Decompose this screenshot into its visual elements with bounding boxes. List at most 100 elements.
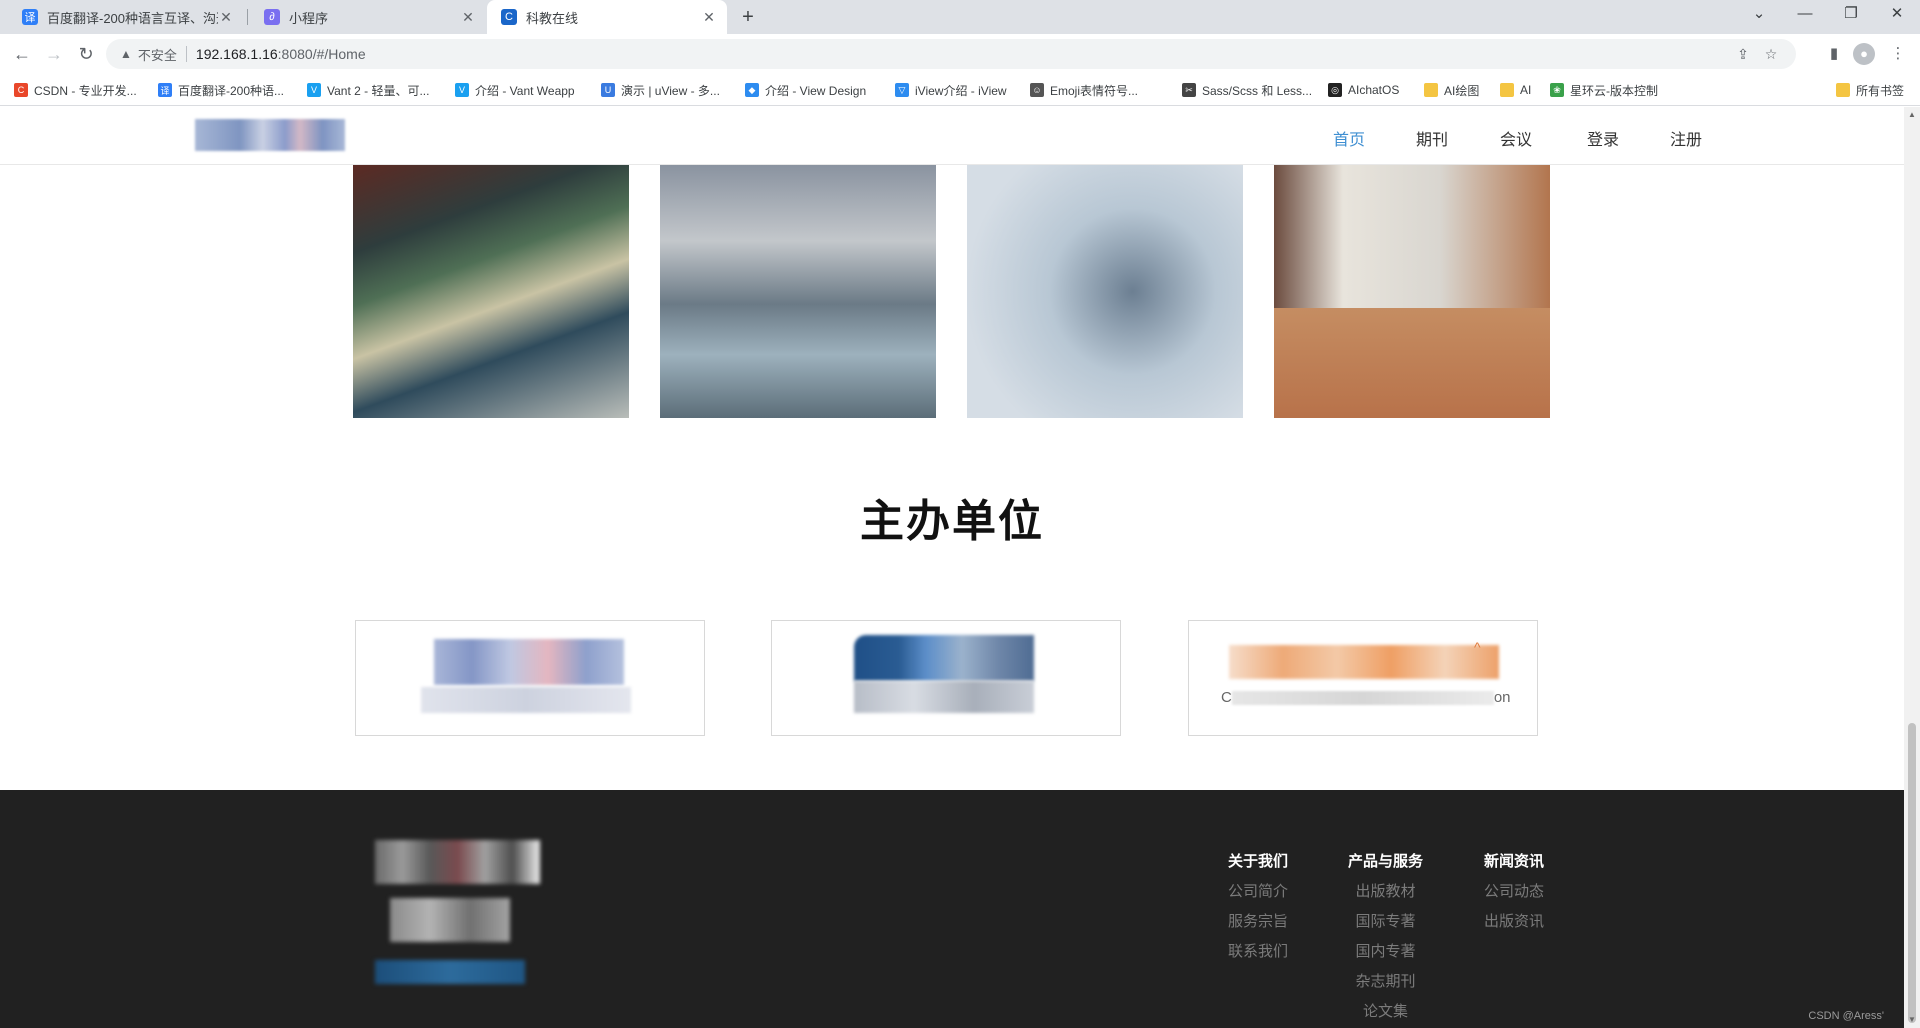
bookmark-emoji[interactable]: ☺ Emoji表情符号... (1030, 81, 1138, 99)
sponsor-caption-start: C (1221, 689, 1232, 706)
nav-conferences[interactable]: 会议 (1500, 126, 1532, 150)
bookmark-label: Vant 2 - 轻量、可... (327, 83, 430, 98)
sponsor-logo-caption (421, 687, 631, 713)
bookmark-star-icon[interactable]: ☆ (1762, 45, 1780, 63)
gallery-image-bookstall[interactable] (353, 165, 629, 418)
bookmark-uview[interactable]: U 演示 | uView - 多... (601, 81, 720, 99)
bookmark-label: 演示 | uView - 多... (621, 83, 720, 98)
share-icon[interactable]: ⇪ (1734, 45, 1752, 63)
footer-link[interactable]: 出版教材 (1348, 883, 1423, 901)
web-page: 首页 期刊 会议 登录 注册 主办单位 ^ Con 关于我们 公司简介 服务宗旨… (0, 107, 1904, 1028)
bookmark-label: 介绍 - View Design (765, 83, 867, 98)
tab-kejiao-online[interactable]: C 科教在线 ✕ (487, 0, 727, 34)
bookmark-xinghuan[interactable]: ❀ 星环云-版本控制 (1550, 81, 1658, 99)
footer-link[interactable]: 公司简介 (1228, 883, 1288, 901)
csdn-icon: C (14, 83, 28, 97)
sponsor-logo (1229, 645, 1499, 679)
reload-button[interactable]: ↻ (74, 42, 98, 66)
redacted-text (1231, 691, 1494, 706)
close-tab-icon[interactable]: ✕ (701, 9, 717, 25)
footer-contact (375, 960, 525, 984)
scroll-up-arrow-icon[interactable]: ▲ (1904, 107, 1920, 123)
footer-column-products: 产品与服务 出版教材 国际专著 国内专著 杂志期刊 论文集 (1348, 850, 1423, 1028)
bookmark-folder-ai[interactable]: AI (1500, 81, 1531, 99)
tab-miniprogram[interactable]: ∂ 小程序 ✕ (250, 0, 486, 34)
vant-icon: V (455, 83, 469, 97)
site-footer: 关于我们 公司简介 服务宗旨 联系我们 产品与服务 出版教材 国际专著 国内专著… (0, 790, 1904, 1028)
nav-login[interactable]: 登录 (1587, 126, 1619, 150)
bookmark-csdn[interactable]: C CSDN - 专业开发... (14, 81, 137, 99)
folder-icon (1500, 83, 1514, 97)
bookmark-folder-ai-drawing[interactable]: AI绘图 (1424, 81, 1479, 99)
restore-button[interactable]: ❐ (1828, 0, 1874, 30)
footer-link[interactable]: 联系我们 (1228, 943, 1288, 961)
bookmark-aichatos[interactable]: ◎ AIchatOS (1328, 81, 1399, 99)
footer-column-about: 关于我们 公司简介 服务宗旨 联系我们 (1228, 850, 1288, 973)
footer-column-title: 新闻资讯 (1484, 853, 1545, 870)
bookmarks-bar: C CSDN - 专业开发... 译百度翻译-200种语... V Vant 2 -… (0, 74, 1920, 106)
insecure-label[interactable]: 不安全 (138, 45, 177, 64)
bookmark-vant-weapp[interactable]: V 介绍 - Vant Weapp (455, 81, 575, 99)
translate-icon: 译 (22, 9, 38, 25)
profile-avatar[interactable]: ● (1853, 43, 1875, 65)
footer-column-news: 新闻资讯 公司动态 出版资讯 (1484, 850, 1544, 943)
sponsor-card[interactable]: ^ Con (1188, 620, 1538, 736)
footer-link[interactable]: 出版资讯 (1484, 913, 1544, 931)
bookmark-label: AI绘图 (1444, 83, 1480, 98)
site-header: 首页 期刊 会议 登录 注册 (0, 107, 1904, 165)
emoji-icon: ☺ (1030, 83, 1044, 97)
side-panel-icon[interactable]: ▮ (1823, 43, 1845, 65)
scrollbar-thumb[interactable] (1908, 723, 1916, 1023)
site-logo[interactable] (195, 119, 345, 151)
bookmark-view-design[interactable]: ◆ 介绍 - View Design (745, 81, 866, 99)
forward-button[interactable]: → (42, 42, 66, 66)
folder-icon (1836, 83, 1850, 97)
bookmark-label: Emoji表情符号... (1050, 83, 1139, 98)
browser-menu-icon[interactable]: ⋮ (1887, 43, 1909, 65)
footer-link[interactable]: 公司动态 (1484, 883, 1544, 901)
uview-icon: U (601, 83, 615, 97)
footer-link[interactable]: 国内专著 (1348, 943, 1423, 961)
bookmark-baidu-translate[interactable]: 译百度翻译-200种语... (158, 81, 284, 99)
gallery-image-paper-closeup[interactable] (967, 165, 1243, 418)
bookmark-vant2[interactable]: V Vant 2 - 轻量、可... (307, 81, 429, 99)
sponsor-logo (434, 639, 624, 685)
footer-logo (375, 840, 540, 884)
page-scrollbar[interactable]: ▲ ▼ (1904, 107, 1920, 1028)
tab-search-icon[interactable]: ⌄ (1736, 0, 1782, 30)
tab-baidu-translate[interactable]: 译 百度翻译-200种语言互译、沟通 ✕ (8, 0, 244, 34)
nav-register[interactable]: 注册 (1670, 126, 1702, 150)
nav-journals[interactable]: 期刊 (1416, 126, 1448, 150)
nav-home[interactable]: 首页 (1333, 126, 1365, 150)
close-tab-icon[interactable]: ✕ (218, 9, 234, 25)
bookmark-label: 百度翻译-200种语... (178, 83, 285, 98)
gallery-image-warehouse[interactable] (660, 165, 936, 418)
new-tab-button[interactable]: + (738, 7, 758, 27)
url-host: 192.168.1.16 (195, 46, 278, 62)
close-window-button[interactable]: ✕ (1874, 0, 1920, 30)
bookmark-sass-less[interactable]: ✂ Sass/Scss 和 Less... (1182, 81, 1312, 99)
address-bar[interactable]: ▲ 不安全 192.168.1.16:8080/#/Home ⇪ ☆ (106, 39, 1796, 69)
gallery-image-library-corner[interactable] (1274, 165, 1550, 418)
bookmark-iview[interactable]: ▽ iView介绍 - iView (895, 81, 1007, 99)
tab-title: 科教在线 (526, 10, 579, 26)
back-button[interactable]: ← (10, 42, 34, 66)
footer-link[interactable]: 国际专著 (1348, 913, 1423, 931)
close-tab-icon[interactable]: ✕ (460, 9, 476, 25)
footer-link[interactable]: 服务宗旨 (1228, 913, 1288, 931)
minimize-button[interactable]: — (1782, 0, 1828, 30)
iview-icon: ▽ (895, 83, 909, 97)
footer-link[interactable]: 杂志期刊 (1348, 973, 1423, 991)
sponsor-logo-mark: ^ (1474, 639, 1481, 655)
section-title: 主办单位 (860, 496, 1044, 547)
footer-link[interactable]: 论文集 (1348, 1003, 1423, 1021)
sponsor-card[interactable] (771, 620, 1121, 736)
tab-title: 百度翻译-200种语言互译、沟通 (47, 10, 218, 26)
site-logo-icon: C (501, 9, 517, 25)
all-bookmarks-folder[interactable]: 所有书签 (1836, 81, 1904, 99)
tab-separator (247, 9, 248, 25)
sponsor-card[interactable] (355, 620, 705, 736)
scroll-down-arrow-icon[interactable]: ▼ (1904, 1012, 1920, 1028)
bookmark-label: AIchatOS (1348, 83, 1400, 97)
warning-icon[interactable]: ▲ (120, 47, 132, 61)
